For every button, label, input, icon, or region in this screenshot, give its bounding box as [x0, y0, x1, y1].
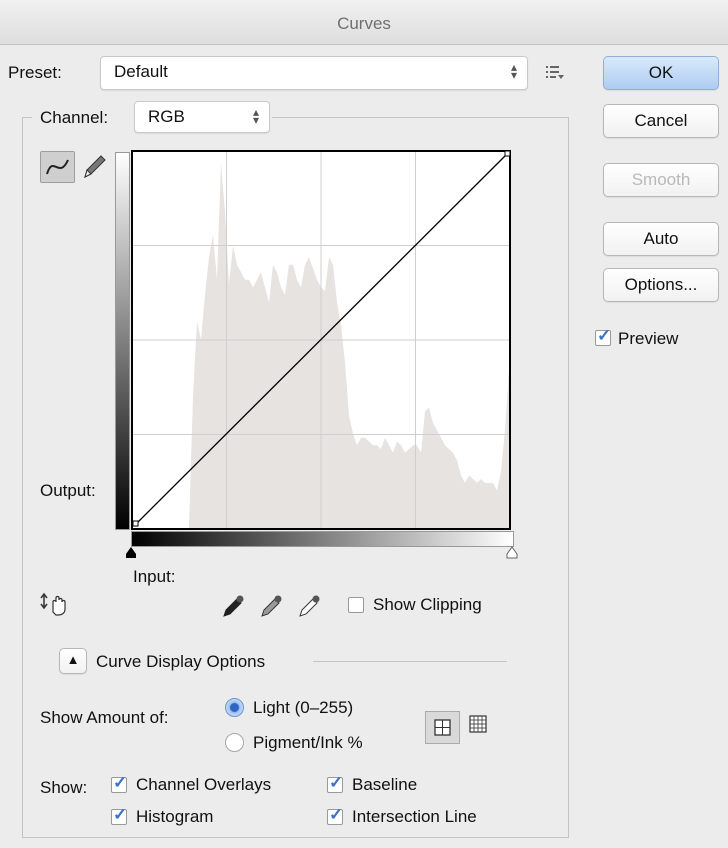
input-label: Input: — [133, 567, 176, 586]
show-clipping-checkbox[interactable] — [348, 597, 364, 613]
light-radio[interactable] — [225, 698, 244, 717]
pencil-icon[interactable] — [79, 150, 109, 182]
gray-eyedropper-icon[interactable] — [258, 593, 284, 619]
smooth-button[interactable]: Smooth — [603, 163, 719, 197]
light-label: Light (0–255) — [253, 698, 354, 717]
auto-button[interactable]: Auto — [603, 222, 719, 256]
curve-point-white[interactable] — [504, 150, 511, 157]
black-point-slider[interactable] — [125, 546, 137, 560]
channel-label: Channel: — [40, 108, 109, 127]
curve-display-options-heading: Curve Display Options — [96, 652, 266, 671]
options-button[interactable]: Options... — [603, 268, 719, 302]
ok-button[interactable]: OK — [603, 56, 719, 90]
show-clipping-label: Show Clipping — [373, 595, 482, 614]
curve-display-options-toggle[interactable]: ▲ — [59, 648, 87, 674]
channel-value: RGB — [148, 107, 185, 126]
preset-select[interactable]: Default ▴ ▾ — [100, 56, 528, 90]
cancel-button[interactable]: Cancel — [603, 104, 719, 138]
pigment-ink-label: Pigment/Ink % — [253, 733, 363, 752]
black-eyedropper-icon[interactable] — [220, 593, 246, 619]
targeted-adjustment-hand-icon[interactable] — [40, 592, 74, 616]
grid-4x4-icon — [434, 719, 451, 736]
pigment-ink-radio[interactable] — [225, 733, 244, 752]
divider — [313, 661, 507, 662]
curve-point-black[interactable] — [132, 520, 139, 527]
window-title: Curves — [337, 14, 391, 33]
histogram-label: Histogram — [136, 807, 214, 826]
intersection-line-label: Intersection Line — [352, 807, 477, 826]
show-amount-label: Show Amount of: — [40, 708, 169, 727]
baseline-checkbox[interactable] — [327, 773, 343, 793]
channel-overlays-checkbox[interactable] — [111, 773, 127, 793]
channel-select[interactable]: RGB ▴ ▾ — [134, 101, 270, 133]
title-bar: Curves — [0, 0, 728, 45]
curve-icon — [46, 159, 69, 175]
curve-point-tool-button[interactable] — [40, 151, 75, 183]
baseline-label: Baseline — [352, 775, 418, 794]
preview-label: Preview — [618, 329, 679, 348]
simple-grid-button[interactable] — [425, 711, 460, 744]
preset-label: Preset: — [8, 63, 62, 82]
white-point-slider[interactable] — [506, 546, 518, 560]
channel-overlays-label: Channel Overlays — [136, 775, 272, 794]
preview-checkbox[interactable] — [595, 326, 611, 346]
input-gradient-bar — [131, 531, 514, 547]
output-gradient-bar — [115, 152, 130, 530]
preset-value: Default — [114, 62, 168, 81]
detailed-grid-icon[interactable] — [467, 712, 491, 738]
intersection-line-checkbox[interactable] — [327, 805, 343, 825]
preset-menu-icon[interactable] — [545, 64, 565, 80]
updown-arrows-icon: ▴ ▾ — [252, 105, 259, 127]
updown-arrows-icon: ▴ ▾ — [510, 60, 517, 82]
output-label: Output: — [40, 481, 96, 500]
histogram-checkbox[interactable] — [111, 805, 127, 825]
show-label: Show: — [40, 778, 88, 797]
curve-graph[interactable] — [131, 150, 513, 530]
white-eyedropper-icon[interactable] — [296, 593, 322, 619]
